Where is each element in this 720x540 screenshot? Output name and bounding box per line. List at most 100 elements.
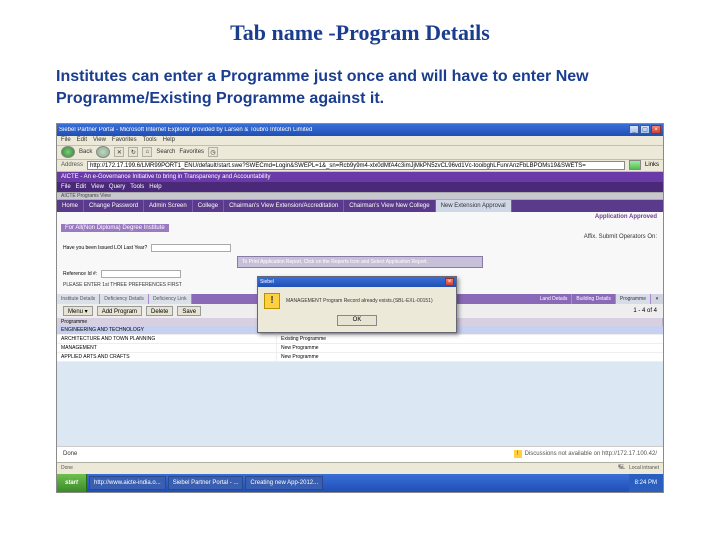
tab-college[interactable]: College [193,200,224,212]
subtitle-emphasis: Institutes can enter a Programme just on… [56,68,384,85]
search-label[interactable]: Search [156,149,175,155]
forward-button[interactable] [96,146,110,158]
done-label: Done [63,451,77,457]
tab-chairman-new[interactable]: Chairman's View New College [344,200,435,212]
reference-input[interactable] [101,270,181,278]
preferences-note: PLEASE ENTER 1st THREE PREFERENCES FIRST [63,282,182,288]
discussion-warning: ! Discussions not available on http://17… [514,450,657,458]
home-icon[interactable]: ⌂ [142,147,152,157]
table-row[interactable]: MANAGEMENT New Programme [57,344,663,353]
save-button[interactable]: Save [177,306,201,316]
view-breadcrumb: AICTE Programs View [57,192,663,200]
cell-programme: APPLIED ARTS AND CRAFTS [57,353,277,361]
maximize-button[interactable]: ▢ [640,125,650,134]
zone-icon: 🖳 [618,464,625,472]
minimize-button[interactable]: _ [629,125,639,134]
ie-addressbar: Address http://172.17.199.6/LMR99PORT1_E… [57,160,663,172]
tab-new-extension-approval[interactable]: New Extension Approval [436,200,512,212]
subtab-deficiency-details[interactable]: Deficiency Details [100,294,149,304]
table-row[interactable]: ARCHITECTURE AND TOWN PLANNING Existing … [57,335,663,344]
app-menu-help[interactable]: Help [149,184,161,190]
tab-chairman-extension[interactable]: Chairman's View Extension/Accreditation [224,200,344,212]
reference-label: Reference Id #: [63,271,97,277]
cell-newprog: New Programme [277,353,663,361]
start-button[interactable]: start [57,474,87,492]
ie-menu-edit[interactable]: Edit [77,137,87,143]
url-input[interactable]: http://172.17.199.6/LMR99PORT1_ENU/defau… [87,161,625,170]
subtab-institute-details[interactable]: Institute Details [57,294,100,304]
cell-newprog: New Programme [277,344,663,352]
system-tray[interactable]: 8:24 PM [629,474,663,492]
submit-operators-label: Affix. Submit Operators On: [584,234,657,240]
record-counter: 1 - 4 of 4 [633,308,657,314]
section-header: For All(Non Diploma) Degree Institute [61,224,169,232]
taskbar-item[interactable]: Siebel Partner Portal - ... [168,476,244,490]
ie-menu-tools[interactable]: Tools [143,137,157,143]
subtab-dropdown-icon[interactable]: ▾ [651,294,663,304]
app-menu-query[interactable]: Query [109,184,125,190]
tab-admin-screen[interactable]: Admin Screen [144,200,193,212]
add-program-button[interactable]: Add Program [97,306,142,316]
main-tabs: Home Change Password Admin Screen Colleg… [57,200,663,212]
app-titlebar: AICTE - An e-Governance Initiative to br… [57,172,663,182]
app-menu-tools[interactable]: Tools [130,184,144,190]
subtab-land-details[interactable]: Land Details [536,294,573,304]
stop-icon[interactable]: ✕ [114,147,124,157]
ie-menu-view[interactable]: View [93,137,106,143]
menu-button[interactable]: Menu ▾ [63,306,93,316]
status-zone: Local intranet [629,465,659,471]
dialog-titlebar: Siebel × [258,277,456,287]
loi-input[interactable] [151,244,231,252]
ie-window-title: Siebel Partner Portal - Microsoft Intern… [59,127,628,133]
go-button[interactable] [629,160,641,170]
ie-menu-favorites[interactable]: Favorites [112,137,137,143]
app-menu-edit[interactable]: Edit [76,184,86,190]
page-title: Tab name -Program Details [56,20,664,46]
cell-programme: MANAGEMENT [57,344,277,352]
favorites-label[interactable]: Favorites [179,149,204,155]
history-icon[interactable]: ◷ [208,147,218,157]
app-menu-file[interactable]: File [61,184,71,190]
cell-newprog: Existing Programme [277,335,663,343]
table-row[interactable]: APPLIED ARTS AND CRAFTS New Programme [57,353,663,362]
dialog-ok-button[interactable]: OK [337,315,377,326]
tab-change-password[interactable]: Change Password [84,200,144,212]
windows-taskbar: start http://www.aicte-india.o... Siebel… [57,474,663,492]
close-button[interactable]: × [651,125,661,134]
taskbar-item[interactable]: Creating new App-2012... [245,476,323,490]
delete-button[interactable]: Delete [146,306,173,316]
ie-menu-help[interactable]: Help [163,137,175,143]
subtab-building-details[interactable]: Building Details [572,294,615,304]
taskbar-item[interactable]: http://www.aicte-india.o... [89,476,166,490]
alert-icon: ! [514,450,522,458]
status-badge: Application Approved [595,214,657,220]
address-label: Address [61,162,83,168]
cell-programme: ENGINEERING AND TECHNOLOGY [57,326,277,334]
links-label[interactable]: Links [645,162,659,168]
back-label: Back [79,149,92,155]
dialog-title: Siebel [260,279,274,285]
ie-toolbar: Back ✕ ↻ ⌂ Search Favorites ◷ [57,146,663,160]
tab-home[interactable]: Home [57,200,84,212]
cell-programme: ARCHITECTURE AND TOWN PLANNING [57,335,277,343]
back-button[interactable] [61,146,75,158]
ie-menu-file[interactable]: File [61,137,71,143]
page-subtitle: Institutes can enter a Programme just on… [56,66,664,111]
print-hint: To Print Application Report, Click on th… [237,256,483,268]
subtab-deficiency-link[interactable]: Deficiency Link [149,294,192,304]
discussion-warning-text: Discussions not available on http://172.… [525,451,657,457]
screenshot-window: Siebel Partner Portal - Microsoft Intern… [56,123,664,493]
ie-menubar: File Edit View Favorites Tools Help [57,136,663,146]
col-programme[interactable]: Programme [57,318,277,326]
warning-icon: ! [264,293,280,309]
dialog-close-button[interactable]: × [445,278,454,286]
ie-titlebar: Siebel Partner Portal - Microsoft Intern… [57,124,663,136]
app-menu-view[interactable]: View [91,184,104,190]
status-left: Done [61,465,73,471]
page-footer: Done ! Discussions not available on http… [57,446,663,462]
subtab-programme[interactable]: Programme [616,294,651,304]
refresh-icon[interactable]: ↻ [128,147,138,157]
ie-statusbar: Done 🖳 Local intranet [57,462,663,474]
tray-clock: 8:24 PM [635,480,657,486]
error-dialog: Siebel × ! MANAGEMENT Program Record alr… [257,276,457,333]
